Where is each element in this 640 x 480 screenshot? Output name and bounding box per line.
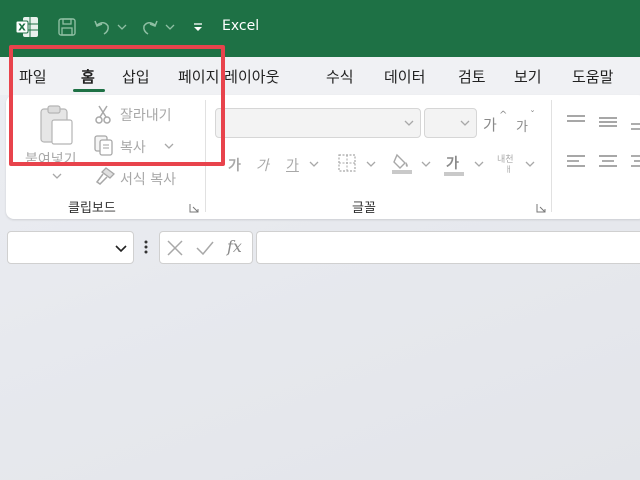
font-color-button[interactable]: 가 — [446, 153, 459, 173]
tab-formulas[interactable]: 수식 — [326, 66, 354, 87]
customize-quick-access-icon[interactable] — [190, 14, 206, 40]
underline-button[interactable]: 가 — [286, 155, 299, 175]
align-top-icon[interactable] — [566, 114, 586, 128]
font-color-dropdown-icon[interactable] — [474, 160, 484, 168]
formula-input[interactable] — [256, 231, 640, 264]
cancel-icon[interactable] — [166, 239, 184, 257]
borders-dropdown-icon[interactable] — [366, 160, 376, 168]
bold-button[interactable]: 가 — [228, 155, 241, 175]
align-center-icon[interactable] — [598, 154, 618, 170]
excel-logo-icon: X — [14, 14, 40, 40]
enter-check-icon[interactable] — [195, 239, 215, 257]
clipboard-group-label: 클립보드 — [68, 201, 116, 216]
font-color-swatch — [444, 172, 464, 176]
tab-view[interactable]: 보기 — [514, 66, 542, 87]
align-middle-icon[interactable] — [598, 114, 618, 130]
fill-color-icon[interactable] — [391, 151, 413, 175]
redo-dropdown-icon[interactable] — [164, 14, 176, 40]
undo-dropdown-icon[interactable] — [116, 14, 128, 40]
align-right-icon[interactable] — [630, 154, 640, 170]
borders-icon[interactable] — [337, 153, 357, 173]
app-title: Excel — [222, 18, 260, 34]
paste-dropdown-icon[interactable] — [52, 172, 62, 180]
tab-review[interactable]: 검토 — [458, 66, 486, 87]
formula-controls: fx — [159, 231, 253, 264]
clipboard-dialog-launcher-icon[interactable] — [189, 203, 199, 213]
tab-data[interactable]: 데이터 — [384, 66, 425, 87]
font-name-combo[interactable] — [215, 108, 421, 138]
align-bottom-icon[interactable] — [630, 116, 640, 132]
svg-text:X: X — [18, 23, 26, 34]
phonetic-sub-icon: ㅐ — [505, 165, 513, 174]
align-left-icon[interactable] — [566, 154, 586, 170]
format-painter-icon[interactable] — [94, 166, 116, 186]
decrease-caret-icon: ˇ — [530, 110, 535, 121]
insert-function-button[interactable]: fx — [227, 237, 242, 256]
decrease-font-size-button[interactable]: 가 — [516, 116, 528, 135]
more-options-icon[interactable] — [144, 240, 148, 254]
undo-icon[interactable] — [90, 14, 114, 40]
group-separator — [551, 100, 552, 212]
font-dialog-launcher-icon[interactable] — [536, 203, 546, 213]
redo-icon[interactable] — [138, 14, 162, 40]
italic-button[interactable]: 가 — [256, 155, 269, 175]
fill-color-dropdown-icon[interactable] — [421, 160, 431, 168]
font-size-combo[interactable] — [424, 108, 477, 138]
phonetic-dropdown-icon[interactable] — [525, 160, 535, 168]
increase-font-size-button[interactable]: 가 — [483, 114, 497, 135]
format-painter-button[interactable]: 서식 복사 — [120, 169, 176, 189]
save-icon[interactable] — [55, 14, 79, 40]
name-box[interactable] — [7, 231, 134, 264]
increase-caret-icon: ^ — [499, 110, 508, 121]
highlight-box — [9, 45, 225, 166]
tab-help[interactable]: 도움말 — [572, 66, 613, 87]
underline-dropdown-icon[interactable] — [309, 160, 319, 168]
font-group-label: 글꼴 — [352, 201, 376, 216]
